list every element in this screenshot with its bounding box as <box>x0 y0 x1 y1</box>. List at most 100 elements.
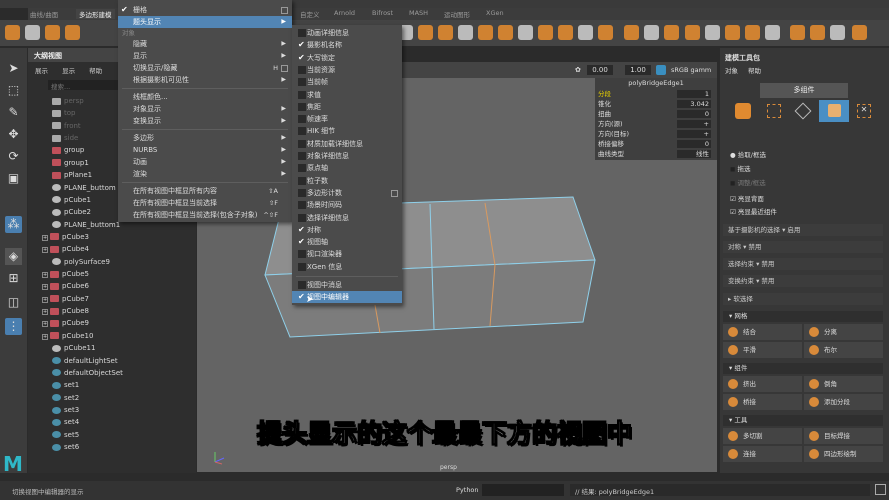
rotate-tool-icon[interactable]: ⟳ <box>5 148 22 165</box>
expand-icon[interactable]: + <box>42 247 48 254</box>
lasso-tool-icon[interactable]: ⬚ <box>5 82 22 99</box>
shelf-tool-icon[interactable] <box>478 25 493 40</box>
menu-item[interactable]: 切换显示/隐藏 H <box>118 62 292 74</box>
menu-item[interactable]: 在所有视图中框显当前选择(包含子对象) ^⇧F <box>118 209 292 221</box>
submenu-item[interactable]: 帧速率 <box>292 113 402 125</box>
shelf-tool-icon[interactable] <box>624 25 639 40</box>
script-editor-icon[interactable] <box>875 484 886 495</box>
shelf-tool-icon[interactable] <box>598 25 613 40</box>
channel-value[interactable]: + <box>677 120 711 128</box>
edge-mode-icon[interactable] <box>794 102 812 120</box>
outliner-item[interactable]: set1 <box>52 381 79 392</box>
outliner-item[interactable]: + pCube8 <box>42 307 89 318</box>
shelf-tool-icon[interactable] <box>765 25 780 40</box>
shelf-tool-icon[interactable] <box>664 25 679 40</box>
option-box-icon[interactable] <box>281 7 288 14</box>
selection-radio[interactable]: ◼ 调整/框选 <box>730 177 766 187</box>
expand-icon[interactable]: + <box>42 321 48 328</box>
channel-value[interactable]: 1 <box>677 90 711 98</box>
colorspace-select[interactable]: sRGB gamm <box>671 66 711 74</box>
expand-icon[interactable]: + <box>42 234 48 241</box>
move-tool-icon[interactable]: ✥ <box>5 126 22 143</box>
menu-item[interactable]: 对象显示 ▶ <box>118 103 292 115</box>
shelf-tool-icon[interactable] <box>685 25 700 40</box>
outliner-item[interactable]: + pCube4 <box>42 245 89 256</box>
outliner-item[interactable]: group1 <box>52 159 89 170</box>
shelf-tool-icon[interactable] <box>538 25 553 40</box>
submenu-item[interactable]: 对象详细信息 <box>292 150 402 162</box>
scale-tool-icon[interactable]: ▣ <box>5 170 22 187</box>
toolkit-option-row[interactable]: 对称 ▾ 禁用 <box>723 241 883 253</box>
outliner-item[interactable]: + pCube6 <box>42 282 89 293</box>
shelf-tool-icon[interactable] <box>65 25 80 40</box>
expand-icon[interactable]: + <box>42 284 48 291</box>
shelf-tool-icon[interactable] <box>790 25 805 40</box>
shelf-tab-xgen[interactable]: XGen <box>486 9 504 17</box>
toolkit-checkbox[interactable]: ☑ 亮显背面 <box>730 193 764 203</box>
menu-item[interactable]: 线框颜色... <box>118 91 292 103</box>
shelf-tool-icon[interactable] <box>518 25 533 40</box>
outliner-item[interactable]: defaultObjectSet <box>52 369 123 380</box>
menu-item[interactable]: 根据摄影机可见性 ▶ <box>118 74 292 86</box>
menu-item[interactable]: 在所有视图中框显所有内容 ⇧A <box>118 185 292 197</box>
channel-value[interactable]: 0 <box>677 140 711 148</box>
toolkit-tool-button[interactable]: 平滑 <box>723 342 802 358</box>
toolkit-tool-button[interactable]: 桥接 <box>723 394 802 410</box>
selection-radio[interactable]: ◼ 拖选 <box>730 163 750 173</box>
shelf-tab-poly[interactable]: 多边形建模 <box>76 9 115 19</box>
outliner-item[interactable]: PLANE_buttom <box>52 184 116 195</box>
face-mode-icon[interactable] <box>819 100 849 122</box>
shelf-tab-arnold[interactable]: Arnold <box>334 9 355 17</box>
four-view-icon[interactable]: ⊞ <box>5 270 22 287</box>
outliner-item[interactable]: front <box>52 122 81 133</box>
option-box-icon[interactable] <box>391 189 398 197</box>
outliner-item[interactable]: pPlane1 <box>52 171 92 182</box>
outliner-item[interactable]: group <box>52 146 84 157</box>
outliner-item[interactable]: side <box>52 134 78 145</box>
multi-component-icon[interactable]: ⁂ <box>5 216 22 233</box>
shelf-tool-icon[interactable] <box>578 25 593 40</box>
menu-item[interactable]: ✔ 栅格 <box>118 4 292 16</box>
outliner-item[interactable]: polySurface9 <box>52 258 110 269</box>
menu-item[interactable]: 多边形 ▶ <box>118 132 292 144</box>
command-input[interactable] <box>482 484 564 496</box>
toolkit-section-header[interactable]: ▾ 组件 <box>723 363 883 374</box>
menu-item[interactable]: 渲染 ▶ <box>118 168 292 180</box>
soft-select-section[interactable]: ▸ 软选择 <box>723 293 883 305</box>
shelf-tool-icon[interactable] <box>644 25 659 40</box>
color-management-icon[interactable] <box>656 65 666 75</box>
menu-item[interactable]: 题头显示 ▶ <box>118 16 292 28</box>
outliner-item[interactable]: + pCube3 <box>42 233 89 244</box>
shelf-tab-curves[interactable]: 曲线/曲面 <box>30 9 58 19</box>
script-language-button[interactable]: Python <box>456 486 479 494</box>
shelf-tool-icon[interactable] <box>852 25 867 40</box>
shelf-tool-icon[interactable] <box>25 25 40 40</box>
shelf-tool-icon[interactable] <box>498 25 513 40</box>
submenu-item[interactable]: ✔ 对称 <box>292 224 402 236</box>
uv-mode-icon[interactable]: ✕ <box>857 104 871 118</box>
expand-icon[interactable]: + <box>42 333 48 340</box>
submenu-item[interactable]: ✔ 视图轴 <box>292 236 402 248</box>
submenu-item[interactable]: 选择详细信息 <box>292 212 402 224</box>
submenu-item[interactable]: 原点轴 <box>292 162 402 174</box>
channel-value[interactable]: 0 <box>677 110 711 118</box>
channel-row[interactable]: 桥接偏移 0 <box>595 139 717 149</box>
select-tool-icon[interactable]: ➤ <box>5 60 22 77</box>
expand-icon[interactable]: + <box>42 309 48 316</box>
submenu-item[interactable]: 视图中消息 <box>292 279 402 291</box>
menu-item[interactable]: NURBS ▶ <box>118 144 292 156</box>
toolkit-tool-button[interactable]: 分离 <box>804 324 883 340</box>
toolkit-tool-button[interactable]: 挤出 <box>723 376 802 392</box>
channel-row[interactable]: 方向(源) + <box>595 119 717 129</box>
outliner-item[interactable]: + pCube10 <box>42 332 93 343</box>
toolkit-menu-help[interactable]: 帮助 <box>748 65 761 75</box>
submenu-item[interactable]: ✔ 摄影机名称 <box>292 39 402 51</box>
shelf-tool-icon[interactable] <box>705 25 720 40</box>
toolkit-tool-button[interactable]: 添加分段 <box>804 394 883 410</box>
outliner-item[interactable]: pCube11 <box>52 344 95 355</box>
toolkit-menu-object[interactable]: 对象 <box>725 65 738 75</box>
outliner-menu-show[interactable]: 展示 <box>35 67 48 75</box>
gamma-field[interactable]: 1.00 <box>625 65 651 75</box>
channel-row[interactable]: 扭曲 0 <box>595 109 717 119</box>
toolkit-tool-button[interactable]: 结合 <box>723 324 802 340</box>
